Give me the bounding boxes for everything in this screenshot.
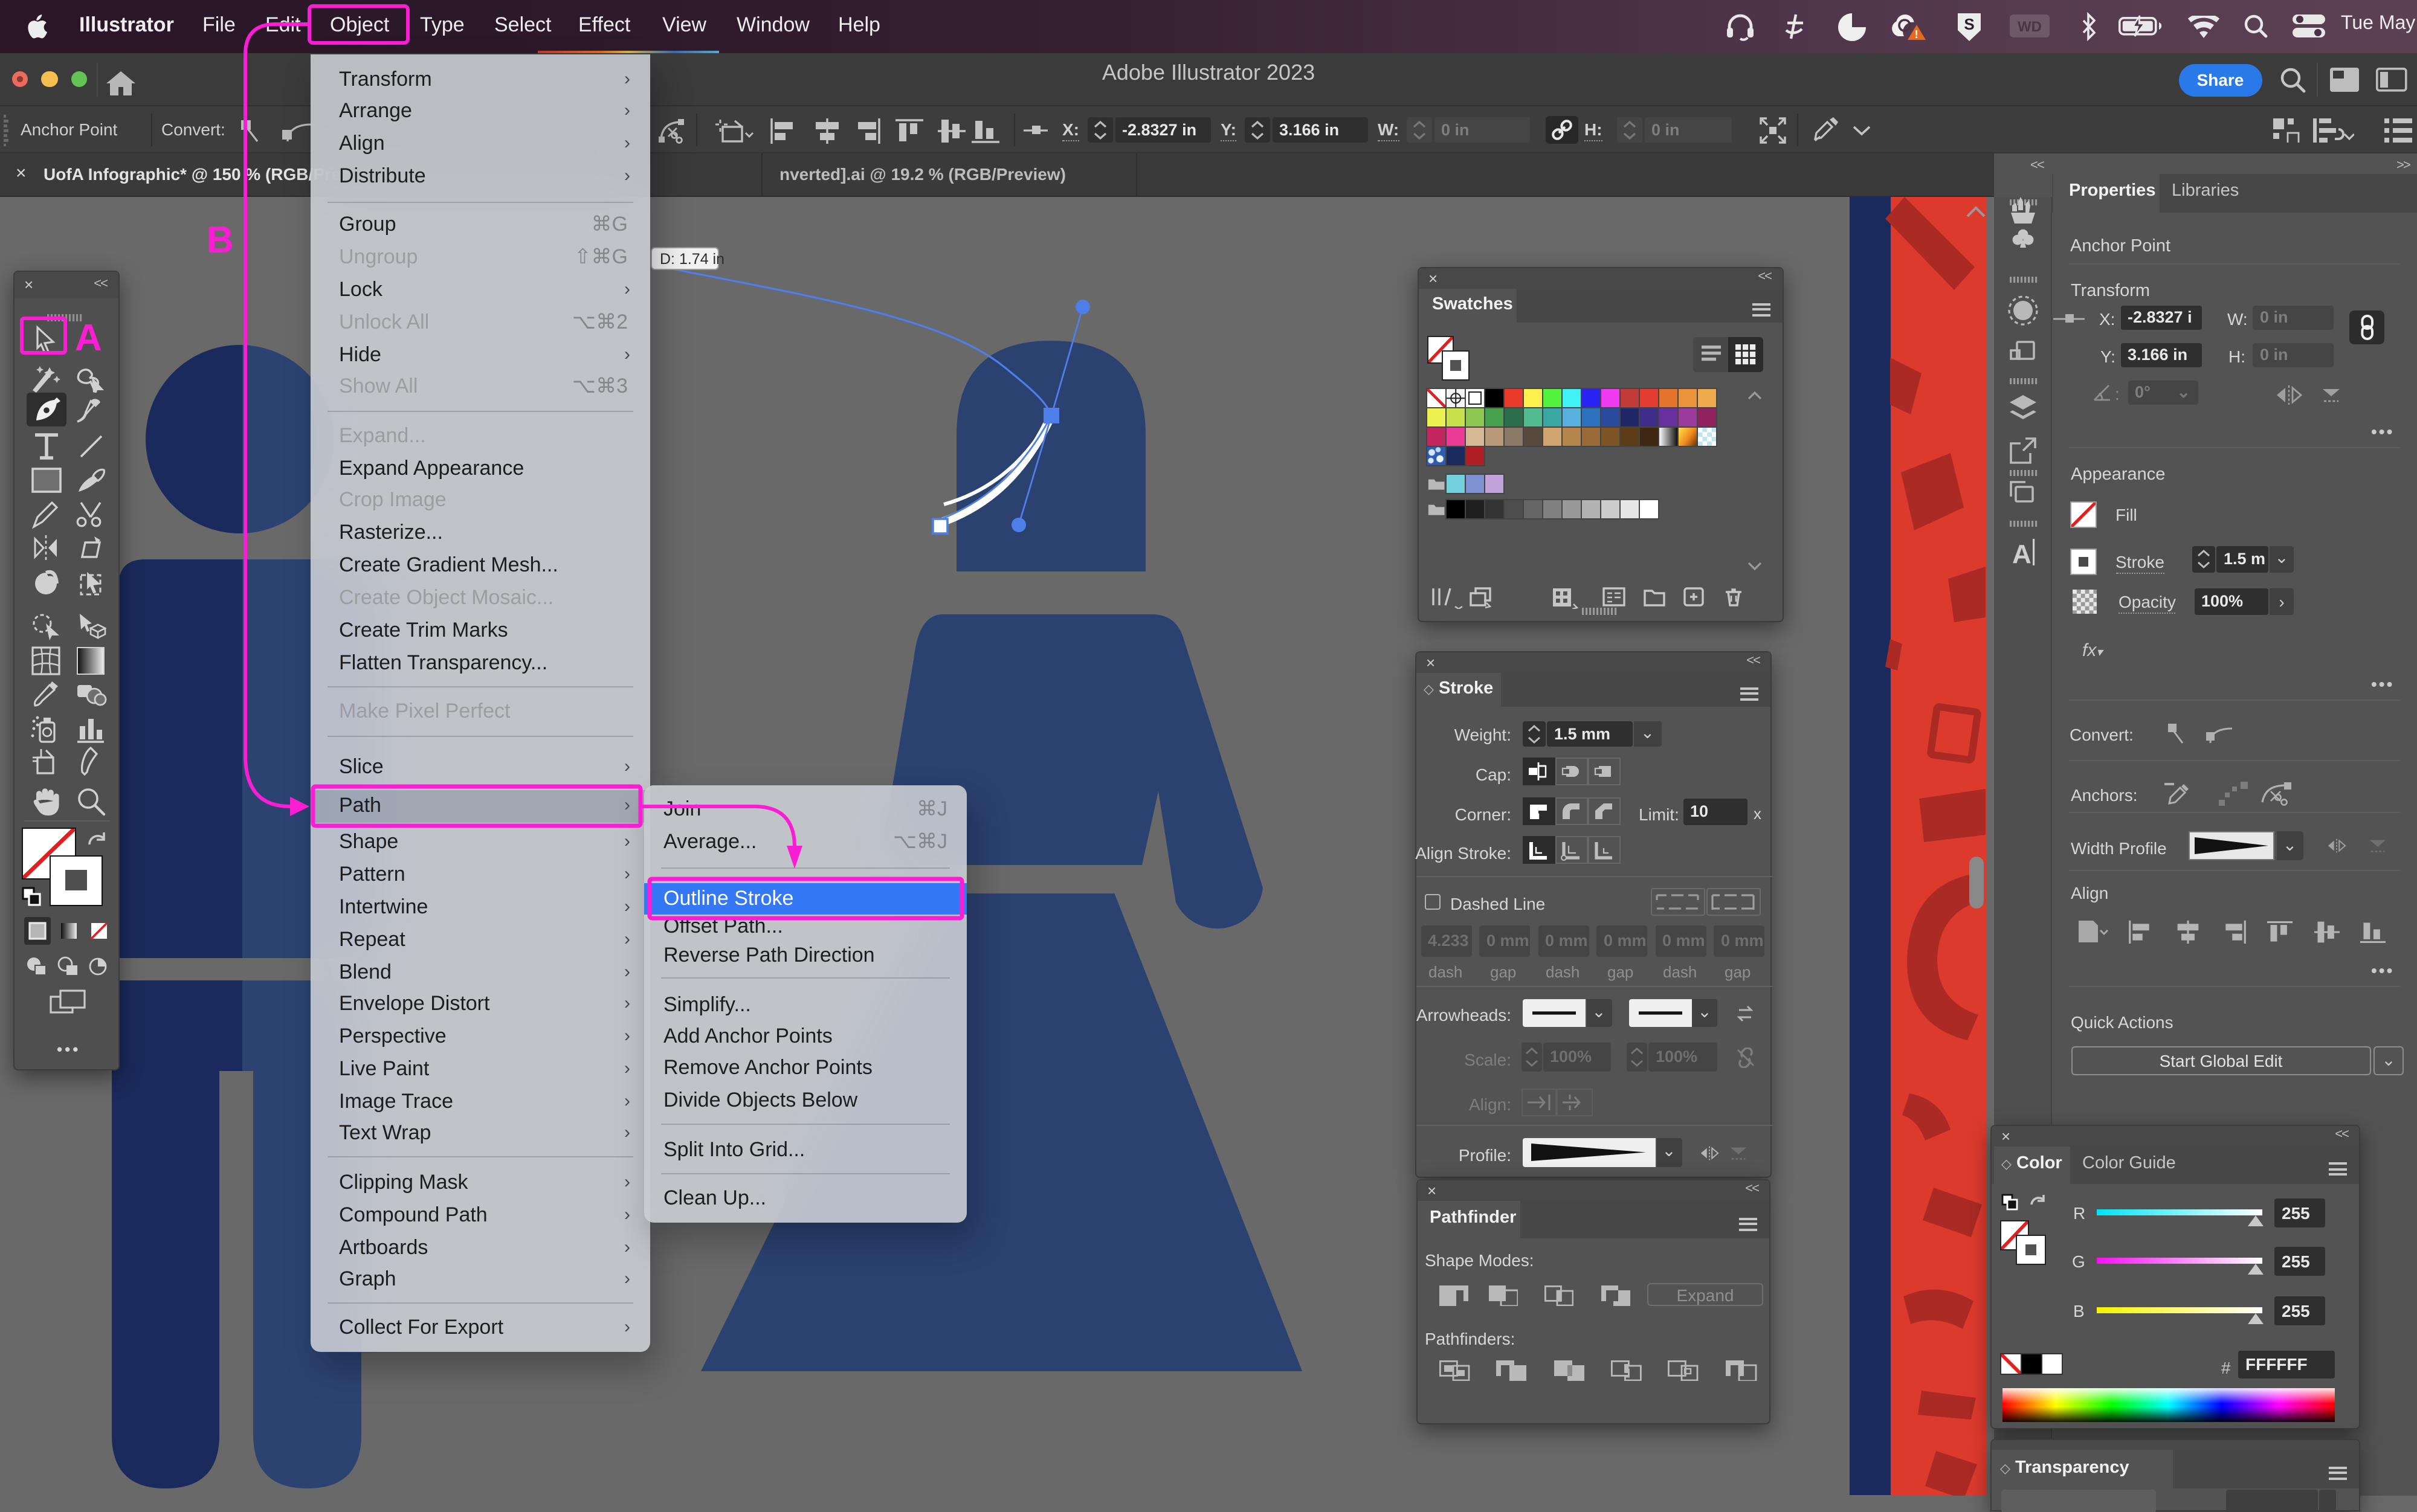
svg-text:A: A — [75, 317, 102, 359]
svg-text:B: B — [207, 219, 234, 261]
